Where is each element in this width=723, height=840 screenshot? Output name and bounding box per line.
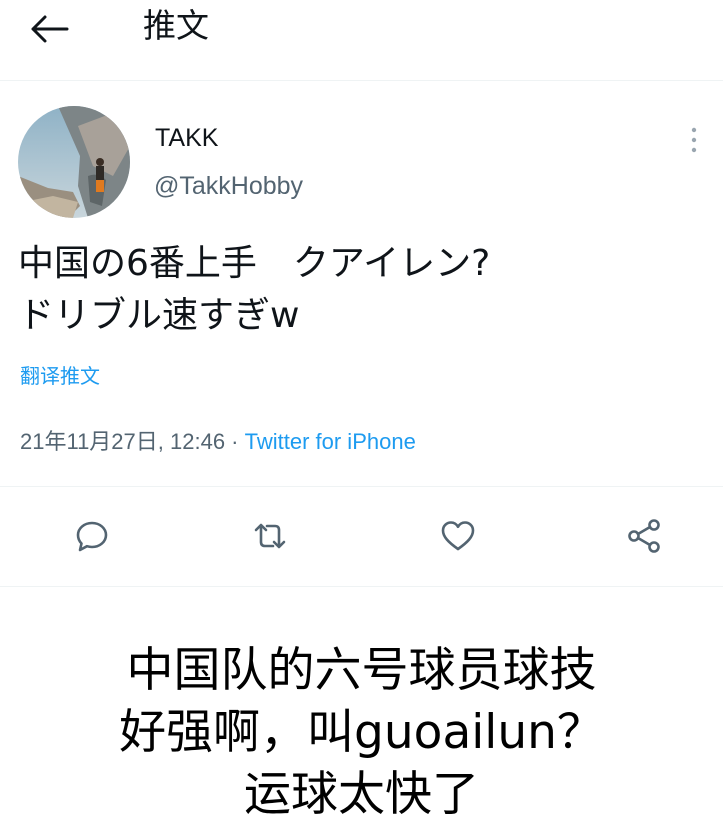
tweet-text: 中国の6番上手 クアイレン? ドリブル速すぎw [18, 238, 708, 342]
tweet-text-line: ドリブル速すぎw [18, 295, 300, 336]
caption-text: 中国队的六号球员球技 好强啊，叫guoailun？ 运球太快了 [0, 640, 723, 826]
header-divider [0, 80, 723, 81]
top-bar: 推文 [0, 0, 723, 80]
author-handle[interactable]: @TakkHobby [154, 170, 303, 202]
back-arrow-icon [31, 15, 69, 43]
reply-icon [76, 521, 108, 552]
meta-divider [0, 486, 723, 487]
translate-tweet-link[interactable]: 翻译推文 [20, 362, 100, 390]
more-options-button[interactable] [684, 124, 704, 156]
retweet-button[interactable] [248, 514, 292, 558]
reply-button[interactable] [70, 514, 114, 558]
caption-line: 中国队的六号球员球技 [126, 643, 597, 698]
back-button[interactable] [30, 14, 70, 44]
author-display-name[interactable]: TAKK [155, 122, 218, 154]
tweet-text-line: 中国の6番上手 クアイレン? [18, 243, 491, 284]
actions-divider [0, 586, 723, 587]
tweet-timestamp[interactable]: 21年11月27日, 12:46 [20, 429, 225, 454]
tweet-meta: 21年11月27日, 12:46 · Twitter for iPhone [20, 427, 416, 457]
caption-line: 好强啊，叫guoailun？ [119, 705, 604, 760]
meta-separator: · [225, 429, 245, 454]
avatar[interactable] [18, 106, 130, 218]
like-button[interactable] [436, 514, 480, 558]
share-button[interactable] [622, 514, 666, 558]
like-icon [441, 521, 475, 551]
more-vertical-icon [691, 127, 697, 153]
tweet-source-link[interactable]: Twitter for iPhone [245, 429, 416, 454]
share-icon [628, 519, 660, 553]
caption-line: 运球太快了 [244, 767, 479, 822]
retweet-icon [254, 523, 286, 549]
page-title: 推文 [143, 6, 209, 45]
